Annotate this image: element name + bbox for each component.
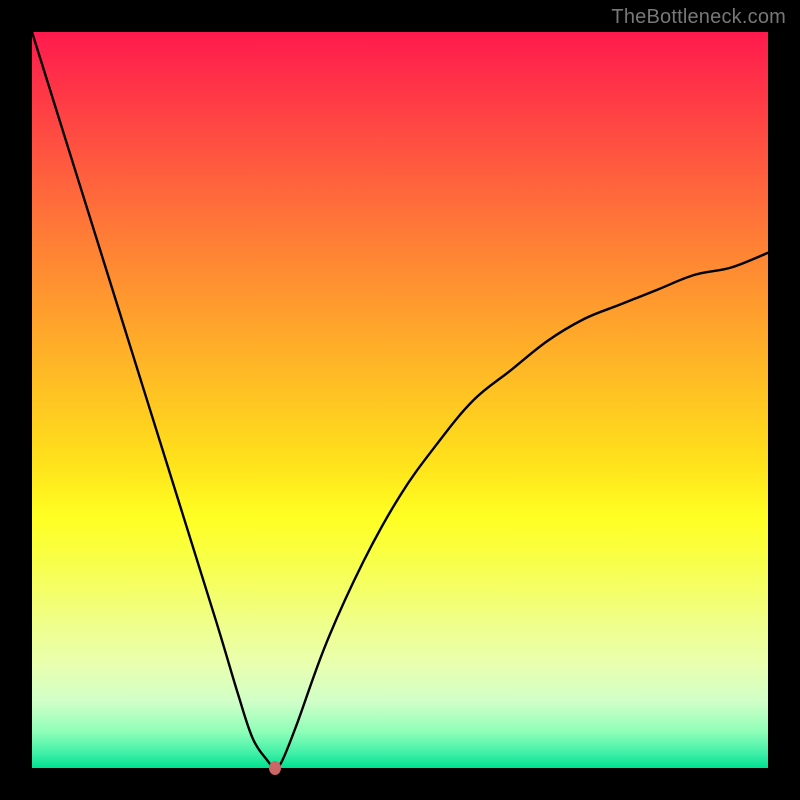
watermark-text: TheBottleneck.com [611, 6, 786, 29]
minimum-marker [269, 761, 281, 775]
chart-frame: TheBottleneck.com [0, 0, 800, 800]
bottleneck-curve [32, 32, 768, 768]
curve-path [32, 32, 768, 768]
plot-area [32, 32, 768, 768]
